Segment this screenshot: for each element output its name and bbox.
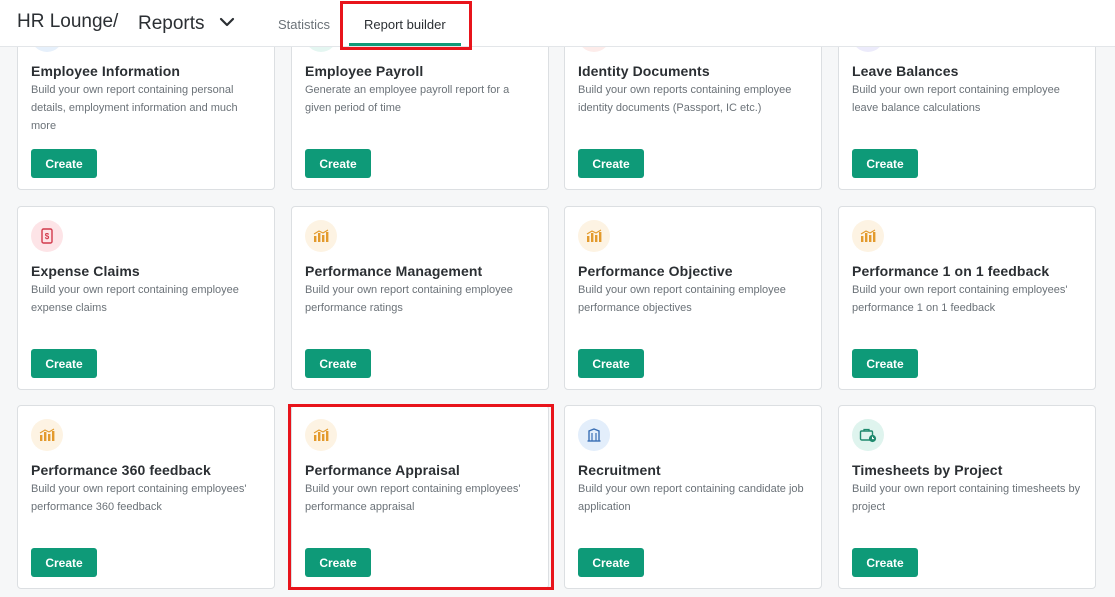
card-title: Employee Information	[31, 63, 181, 79]
card-title: Recruitment	[578, 462, 661, 478]
briefcase-clock-icon	[852, 419, 884, 451]
create-button[interactable]: Create	[305, 548, 371, 577]
chart-icon	[31, 419, 63, 451]
report-card-performance-360-feedback: Performance 360 feedback Build your own …	[17, 405, 275, 589]
card-title: Leave Balances	[852, 63, 959, 79]
card-title: Employee Payroll	[305, 63, 424, 79]
create-button[interactable]: Create	[578, 349, 644, 378]
card-title: Performance 1 on 1 feedback	[852, 263, 1050, 279]
card-title: Performance Appraisal	[305, 462, 460, 478]
card-title: Expense Claims	[31, 263, 140, 279]
card-title: Performance Management	[305, 263, 483, 279]
report-card-expense-claims: $ Expense Claims Build your own report c…	[17, 206, 275, 390]
card-description: Build your own report containing persona…	[31, 84, 238, 132]
card-title: Performance Objective	[578, 263, 733, 279]
breadcrumb-separator: /	[113, 11, 119, 32]
report-card-timesheets-by-project: Timesheets by Project Build your own rep…	[838, 405, 1096, 589]
create-button[interactable]: Create	[578, 149, 644, 178]
card-description: Build your own report containing timeshe…	[852, 483, 1081, 513]
report-card-performance-1on1-feedback: Performance 1 on 1 feedback Build your o…	[838, 206, 1096, 390]
card-title: Performance 360 feedback	[31, 462, 211, 478]
card-description: Build your own report containing employe…	[852, 84, 1060, 114]
card-title: Identity Documents	[578, 63, 710, 79]
chart-icon	[305, 419, 337, 451]
card-description: Build your own report containing employe…	[305, 284, 513, 314]
card-description: Build your own reports containing employ…	[578, 84, 792, 114]
card-description: Build your own report containing employe…	[305, 483, 521, 513]
create-button[interactable]: Create	[31, 349, 97, 378]
report-card-grid: Employee Information Build your own repo…	[0, 0, 1115, 597]
create-button[interactable]: Create	[305, 349, 371, 378]
report-card-performance-management: Performance Management Build your own re…	[291, 206, 549, 390]
create-button[interactable]: Create	[578, 548, 644, 577]
svg-text:$: $	[45, 232, 50, 241]
create-button[interactable]: Create	[31, 149, 97, 178]
create-button[interactable]: Create	[852, 149, 918, 178]
card-description: Build your own report containing employe…	[852, 284, 1068, 314]
create-button[interactable]: Create	[852, 548, 918, 577]
receipt-icon: $	[31, 220, 63, 252]
card-description: Build your own report containing employe…	[578, 284, 786, 314]
building-icon	[578, 419, 610, 451]
create-button[interactable]: Create	[852, 349, 918, 378]
card-description: Build your own report containing employe…	[31, 284, 239, 314]
chart-icon	[852, 220, 884, 252]
report-card-performance-objective: Performance Objective Build your own rep…	[564, 206, 822, 390]
tab-report-builder[interactable]: Report builder	[364, 17, 446, 32]
tab-statistics[interactable]: Statistics	[278, 17, 330, 32]
chevron-down-icon[interactable]	[218, 16, 236, 30]
active-tab-indicator	[349, 43, 461, 46]
chart-icon	[578, 220, 610, 252]
breadcrumb-root[interactable]: HR Lounge	[17, 11, 113, 33]
create-button[interactable]: Create	[305, 149, 371, 178]
card-description: Build your own report containing candida…	[578, 483, 804, 513]
top-bar: HR Lounge / Reports Statistics Report bu…	[0, 0, 1115, 50]
chart-icon	[305, 220, 337, 252]
create-button[interactable]: Create	[31, 548, 97, 577]
report-card-performance-appraisal: Performance Appraisal Build your own rep…	[291, 405, 549, 589]
card-description: Build your own report containing employe…	[31, 483, 247, 513]
report-card-recruitment: Recruitment Build your own report contai…	[564, 405, 822, 589]
card-title: Timesheets by Project	[852, 462, 1003, 478]
page-title: Reports	[138, 13, 205, 34]
card-description: Generate an employee payroll report for …	[305, 84, 510, 114]
